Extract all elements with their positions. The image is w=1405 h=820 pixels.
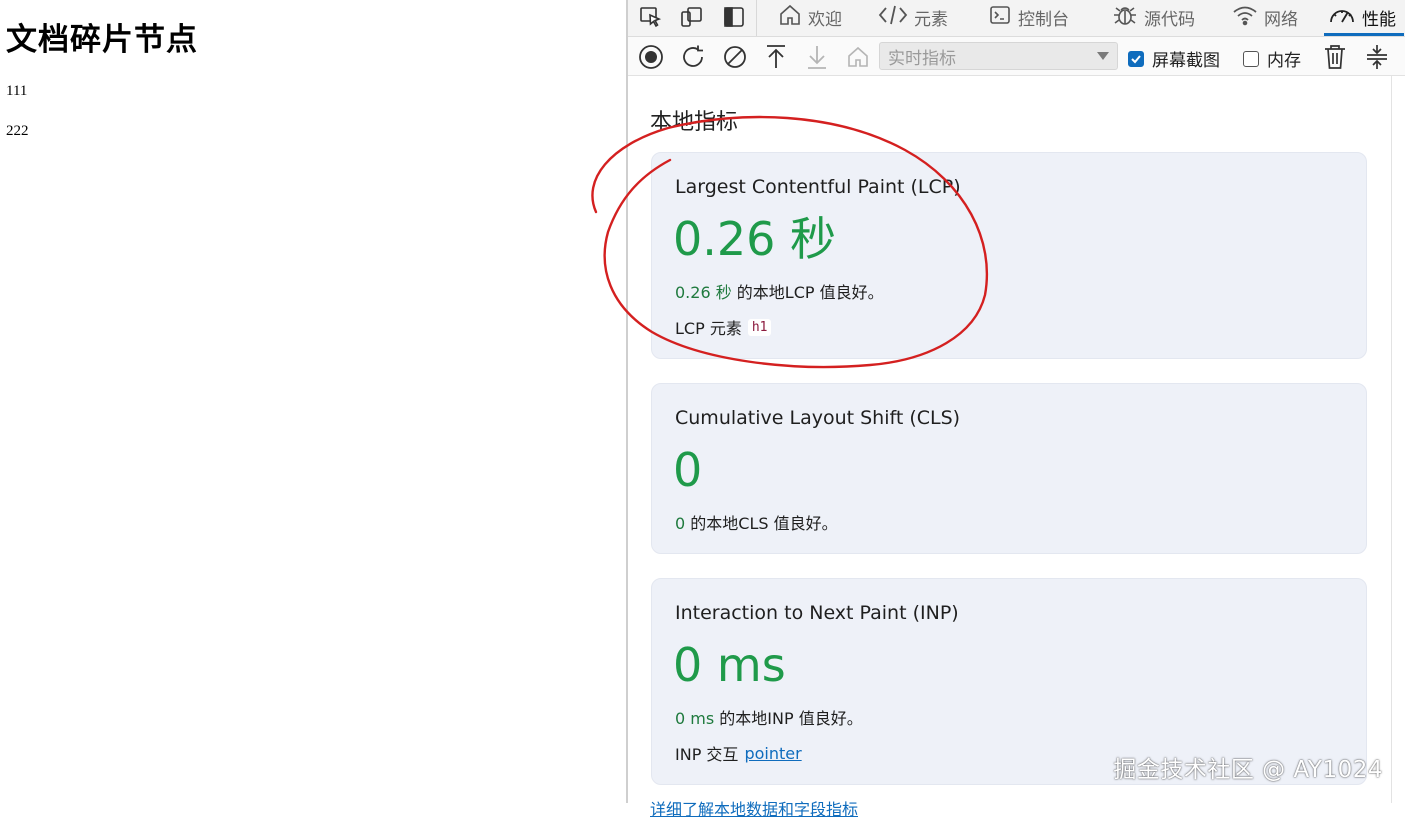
lcp-element-code[interactable]: h1: [747, 318, 772, 336]
lcp-element-label: LCP 元素: [675, 319, 742, 338]
home-icon: [778, 3, 802, 32]
tab-label: 源代码: [1144, 9, 1195, 30]
tabbar-separator: [756, 0, 757, 36]
metric-title: Largest Contentful Paint (LCP): [675, 176, 961, 198]
inp-interaction-label: INP 交互: [675, 745, 739, 764]
learn-more-link[interactable]: 详细了解本地数据和字段指标: [650, 796, 858, 820]
page-heading: 文档碎片节点: [6, 22, 198, 58]
tab-sources[interactable]: 源代码: [1112, 0, 1195, 34]
tab-performance[interactable]: 性能: [1324, 0, 1404, 36]
metric-desc-text: 的本地LCP 值良好。: [731, 283, 884, 302]
paragraph-2: 222: [6, 123, 29, 139]
tab-network[interactable]: 网络: [1232, 0, 1298, 34]
tab-label: 控制台: [1018, 9, 1069, 30]
screenshot-checkbox[interactable]: 屏幕截图: [1128, 46, 1220, 71]
wifi-icon: [1232, 3, 1258, 32]
metric-title: Cumulative Layout Shift (CLS): [675, 407, 961, 429]
dock-side-icon[interactable]: [720, 3, 748, 31]
clear-icon[interactable]: [721, 43, 749, 71]
performance-content: 本地指标 Largest Contentful Paint (LCP) 0.26…: [628, 76, 1390, 819]
metric-description: 0 的本地CLS 值良好。: [675, 510, 838, 534]
metrics-select[interactable]: 实时指标: [879, 42, 1118, 70]
tab-welcome[interactable]: 欢迎: [778, 0, 842, 34]
bug-icon: [1112, 2, 1138, 33]
watermark: 掘金技术社区 @ AY1024: [1113, 757, 1383, 783]
metric-desc-value: 0: [675, 514, 686, 533]
metric-title: Interaction to Next Paint (INP): [675, 602, 959, 624]
memory-label: 内存: [1267, 51, 1301, 71]
metric-desc-text: 的本地INP 值良好。: [714, 709, 863, 728]
lcp-element-row: LCP 元素 h1: [675, 315, 772, 339]
cls-card: Cumulative Layout Shift (CLS) 0 0 的本地CLS…: [651, 383, 1367, 554]
reload-record-icon[interactable]: [679, 43, 707, 71]
tab-elements[interactable]: 元素: [878, 0, 948, 34]
metric-value: 0 ms: [673, 638, 786, 692]
section-title: 本地指标: [650, 110, 739, 135]
checkbox-checked-icon: [1128, 50, 1144, 67]
metric-desc-value: 0.26 秒: [675, 283, 732, 302]
chevron-down-icon: [1097, 52, 1109, 60]
tab-label: 欢迎: [808, 9, 842, 30]
metric-value: 0.26 秒: [673, 212, 837, 266]
inp-interaction-row: INP 交互 pointer: [675, 741, 802, 765]
checkbox-unchecked-icon: [1243, 50, 1259, 67]
upload-icon[interactable]: [762, 43, 790, 71]
performance-toolbar: 实时指标 屏幕截图 内存: [628, 37, 1405, 76]
gauge-icon: [1328, 4, 1356, 31]
screenshot-label: 屏幕截图: [1152, 51, 1220, 71]
inp-interaction-link[interactable]: pointer: [744, 744, 801, 763]
web-page: 文档碎片节点 111 222: [0, 0, 626, 803]
paragraph-1: 111: [6, 83, 28, 99]
metric-desc-value: 0 ms: [675, 709, 715, 728]
tab-label: 网络: [1264, 9, 1298, 30]
devtools-tabbar: 欢迎 元素 控制台 源代码 网络 性能: [628, 0, 1405, 37]
lcp-card: Largest Contentful Paint (LCP) 0.26 秒 0.…: [651, 152, 1367, 359]
record-icon[interactable]: [637, 43, 665, 71]
metric-description: 0 ms 的本地INP 值良好。: [675, 705, 863, 729]
select-value: 实时指标: [888, 48, 956, 69]
console-icon: [988, 3, 1012, 32]
download-icon: [803, 43, 831, 71]
trash-icon[interactable]: [1321, 43, 1349, 71]
devtools-panel: 欢迎 元素 控制台 源代码 网络 性能 实时指标 屏幕截图 内存 本地指标 La…: [628, 0, 1405, 819]
metric-desc-text: 的本地CLS 值良好。: [685, 514, 838, 533]
inspect-element-icon[interactable]: [636, 3, 664, 31]
code-icon: [878, 3, 908, 32]
collapse-icon[interactable]: [1363, 43, 1391, 71]
tab-label: 性能: [1362, 9, 1396, 30]
device-emulation-icon[interactable]: [678, 3, 706, 31]
tab-console[interactable]: 控制台: [988, 0, 1069, 34]
metric-value: 0: [673, 443, 703, 497]
tab-label: 元素: [914, 9, 948, 30]
home-icon: [844, 43, 872, 71]
metric-description: 0.26 秒 的本地LCP 值良好。: [675, 279, 884, 303]
scrollbar-track[interactable]: [1391, 76, 1392, 803]
memory-checkbox[interactable]: 内存: [1243, 46, 1301, 71]
